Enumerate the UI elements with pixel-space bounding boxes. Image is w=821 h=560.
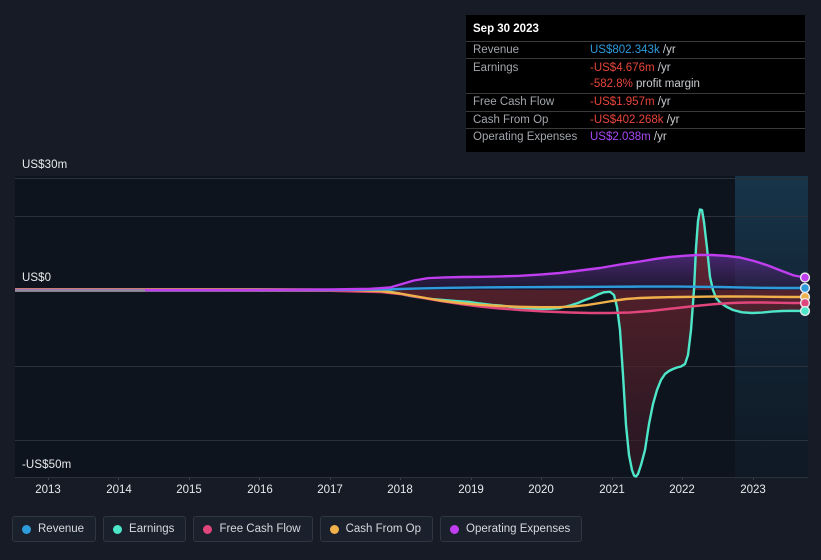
- tooltip-amount-earnings: -US$4.676m: [590, 61, 655, 74]
- tooltip-amount-cash-from-op: -US$402.268k: [590, 113, 664, 126]
- financial-chart: US$30m US$0 -US$50m 2013 2014 2015 2016 …: [0, 0, 821, 560]
- endpoint-revenue: [799, 282, 811, 294]
- series-endpoint-markers: [799, 272, 811, 317]
- tooltip-value-revenue: US$802.343k /yr: [590, 44, 676, 56]
- x-axis-tick-2014: 2014: [106, 484, 132, 496]
- tooltip-value-profit-margin: -582.8% profit margin: [590, 78, 700, 90]
- tooltip-unit-free-cash-flow: /yr: [654, 96, 671, 109]
- tooltip-amount-operating-expenses: US$2.038m: [590, 131, 651, 144]
- y-axis-label-top: US$30m: [22, 159, 68, 171]
- x-tick-marks: [48, 478, 754, 480]
- tooltip-value-earnings: -US$4.676m /yr: [590, 62, 671, 74]
- y-axis-label-zero: US$0: [22, 272, 52, 284]
- legend-label-cash-from-op: Cash From Op: [345, 523, 422, 535]
- tooltip-label-revenue: Revenue: [473, 44, 520, 57]
- x-axis-tick-2013: 2013: [35, 484, 61, 496]
- tooltip-value-operating-expenses: US$2.038m /yr: [590, 131, 667, 143]
- legend-item-revenue[interactable]: Revenue: [12, 516, 97, 542]
- tooltip-amount-profit-margin: -582.8%: [590, 78, 633, 91]
- x-axis-tick-2016: 2016: [247, 484, 273, 496]
- x-axis-tick-2020: 2020: [528, 484, 554, 496]
- tooltip-amount-revenue: US$802.343k: [590, 44, 660, 57]
- tooltip-row-earnings: Earnings -US$4.676m /yr: [466, 58, 805, 75]
- legend-swatch-revenue-icon: [22, 524, 31, 534]
- endpoint-operating-expenses: [799, 272, 811, 283]
- y-axis-label-bottom: -US$50m: [22, 459, 72, 471]
- tooltip-label-earnings: Earnings: [473, 61, 519, 74]
- legend-item-operating-expenses[interactable]: Operating Expenses: [440, 516, 583, 542]
- tooltip-unit-revenue: /yr: [659, 44, 676, 57]
- x-axis-tick-2022: 2022: [669, 484, 695, 496]
- x-axis-tick-2023: 2023: [740, 484, 766, 496]
- endpoint-earnings: [799, 305, 811, 317]
- x-axis-tick-2019: 2019: [458, 484, 484, 496]
- legend-item-cash-from-op[interactable]: Cash From Op: [319, 516, 434, 542]
- tooltip-unit-operating-expenses: /yr: [650, 131, 667, 144]
- legend-swatch-earnings-icon: [113, 524, 123, 534]
- tooltip-value-cash-from-op: -US$402.268k /yr: [590, 114, 680, 126]
- tooltip-unit-earnings: /yr: [654, 61, 671, 74]
- legend-label-operating-expenses: Operating Expenses: [466, 523, 571, 535]
- x-axis-labels: 2013 2014 2015 2016 2017 2018 2019 2020 …: [0, 484, 821, 502]
- highlight-band: [735, 176, 808, 478]
- tooltip-row-free-cash-flow: Free Cash Flow -US$1.957m /yr: [466, 93, 805, 110]
- tooltip-title: Sep 30 2023: [473, 23, 539, 35]
- legend-label-earnings: Earnings: [129, 523, 175, 535]
- tooltip-row-revenue: Revenue US$802.343k /yr: [466, 41, 805, 58]
- tooltip-unit-cash-from-op: /yr: [663, 113, 680, 126]
- tooltip-amount-free-cash-flow: -US$1.957m: [590, 96, 655, 109]
- chart-legend: Revenue Earnings Free Cash Flow Cash Fro…: [12, 516, 583, 542]
- legend-item-free-cash-flow[interactable]: Free Cash Flow: [193, 516, 313, 542]
- x-axis-tick-2015: 2015: [176, 484, 202, 496]
- legend-swatch-operating-expenses-icon: [450, 524, 460, 534]
- tooltip-label-cash-from-op: Cash From Op: [473, 113, 549, 126]
- tooltip-row-profit-margin: -582.8% profit margin: [466, 76, 805, 93]
- tooltip-value-free-cash-flow: -US$1.957m /yr: [590, 96, 671, 108]
- legend-label-free-cash-flow: Free Cash Flow: [219, 523, 301, 535]
- chart-tooltip: Sep 30 2023 Revenue US$802.343k /yr Earn…: [466, 15, 805, 152]
- legend-item-earnings[interactable]: Earnings: [103, 516, 187, 542]
- x-axis-tick-2021: 2021: [599, 484, 625, 496]
- tooltip-row-operating-expenses: Operating Expenses US$2.038m /yr: [466, 127, 805, 145]
- legend-label-revenue: Revenue: [38, 523, 85, 535]
- x-axis-tick-2017: 2017: [317, 484, 343, 496]
- legend-swatch-cash-from-op-icon: [329, 524, 339, 534]
- tooltip-row-cash-from-op: Cash From Op -US$402.268k /yr: [466, 110, 805, 128]
- legend-swatch-free-cash-flow-icon: [203, 524, 213, 534]
- tooltip-unit-profit-margin: profit margin: [632, 78, 700, 91]
- tooltip-label-free-cash-flow: Free Cash Flow: [473, 96, 555, 109]
- x-axis-tick-2018: 2018: [387, 484, 413, 496]
- tooltip-label-operating-expenses: Operating Expenses: [473, 131, 578, 144]
